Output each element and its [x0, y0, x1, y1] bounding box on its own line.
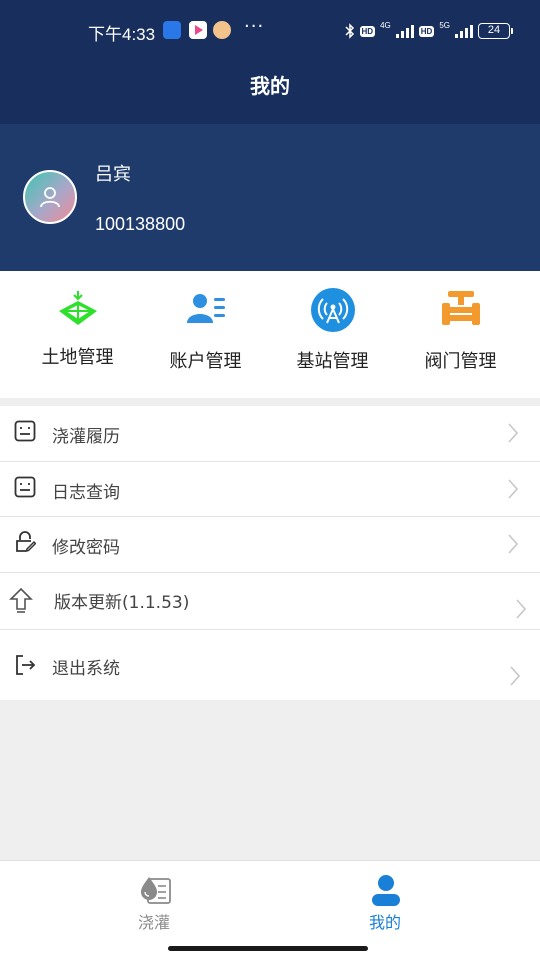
menu-item-logout[interactable]: 退出系统	[0, 630, 540, 700]
bottom-tab-bar: 浇灌 我的	[0, 860, 540, 960]
signal-icon	[395, 24, 414, 38]
quick-action-valve[interactable]: 阀门管理	[393, 271, 528, 398]
user-id: 100138800	[95, 214, 186, 234]
battery-icon: 24	[478, 23, 513, 39]
quick-action-label: 基站管理	[296, 351, 369, 372]
tab-label: 浇灌	[137, 913, 170, 932]
valve-icon	[438, 287, 484, 333]
menu-item-change-password[interactable]: 修改密码	[0, 517, 540, 573]
land-icon	[55, 287, 101, 333]
network-type: 5G	[439, 20, 450, 30]
quick-action-label: 阀门管理	[424, 351, 497, 372]
hd-badge: HD	[359, 25, 376, 37]
chevron-right-icon	[508, 423, 518, 443]
status-bar: 下午4:33 ··· HD 4G HD 5G 24	[0, 16, 540, 46]
chevron-right-icon	[508, 478, 518, 499]
menu-item-log-query[interactable]: 日志查询	[0, 462, 540, 517]
quick-action-label: 账户管理	[169, 351, 242, 372]
top-bar: 下午4:33 ··· HD 4G HD 5G 24 我的	[0, 0, 540, 124]
signal-icon	[455, 24, 473, 38]
app-notification-icon	[189, 21, 207, 39]
more-notifications-icon: ···	[244, 16, 265, 37]
app-notification-icon	[163, 21, 181, 39]
app-notification-icon	[213, 21, 231, 39]
user-name: 吕宾	[95, 164, 131, 185]
tab-label: 我的	[368, 913, 401, 932]
quick-actions: 土地管理 账户管理 基站管理 阀门管理	[0, 271, 540, 398]
user-icon	[372, 875, 400, 906]
menu-item-label: 日志查询	[52, 482, 120, 503]
menu-item-label: 退出系统	[52, 658, 120, 679]
base-station-icon	[310, 287, 356, 333]
irrigation-icon	[141, 877, 171, 904]
hd-badge: HD	[418, 25, 435, 37]
menu-item-version-update[interactable]: 版本更新(1.1.53)	[0, 573, 540, 630]
account-icon	[183, 287, 229, 333]
profile-card: 吕宾 100138800	[0, 124, 540, 271]
tab-mine[interactable]: 我的	[325, 861, 445, 941]
chevron-right-icon	[510, 665, 520, 686]
chevron-right-icon	[508, 534, 518, 554]
list-icon	[14, 420, 36, 442]
status-indicators: HD 4G HD 5G 24	[345, 20, 513, 42]
menu-item-label: 修改密码	[52, 538, 120, 558]
quick-action-label: 土地管理	[41, 347, 114, 368]
tab-irrigation[interactable]: 浇灌	[94, 861, 214, 941]
quick-action-account[interactable]: 账户管理	[138, 271, 273, 398]
logout-icon	[16, 654, 36, 675]
lock-edit-icon	[16, 531, 36, 553]
menu-item-label: 版本更新(1.1.53)	[54, 592, 190, 613]
page-title: 我的	[250, 74, 290, 98]
bluetooth-icon	[345, 23, 354, 39]
user-avatar-icon	[40, 187, 60, 208]
menu-item-label: 浇灌履历	[52, 427, 120, 447]
upload-arrow-icon	[9, 587, 33, 613]
chevron-right-icon	[516, 598, 526, 619]
home-indicator[interactable]	[168, 946, 368, 951]
avatar[interactable]	[23, 170, 77, 224]
list-icon	[14, 476, 36, 497]
network-type: 4G	[380, 20, 391, 30]
settings-menu: 浇灌履历 日志查询 修改密码 版本更新(1.1.53) 退出系统	[0, 406, 540, 700]
quick-action-base-station[interactable]: 基站管理	[265, 271, 400, 398]
quick-action-land[interactable]: 土地管理	[10, 271, 145, 398]
menu-item-irrigation-history[interactable]: 浇灌履历	[0, 406, 540, 462]
status-time: 下午4:33	[88, 25, 156, 44]
